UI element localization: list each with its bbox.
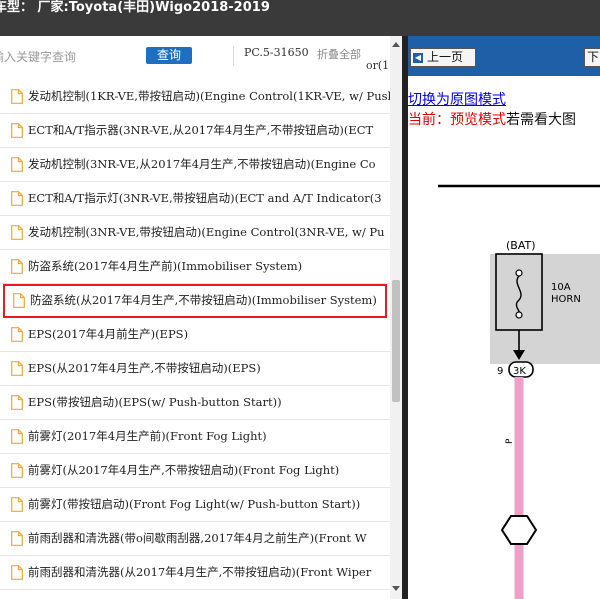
document-icon — [11, 225, 23, 240]
document-icon — [11, 89, 23, 104]
list-item-label: 前雨刮器和清洗器(带o间歇雨刮器,2017年4月之前生产)(Front W — [28, 531, 367, 545]
list-item[interactable]: 前雨刮器和清洗器(从2017年4月生产,不带按钮启动)(Front Wiper — [0, 556, 390, 590]
switch-original-mode-link[interactable]: 切换为原图模式 — [408, 89, 506, 109]
fuse-amp: 10A — [551, 282, 571, 293]
left-panel: 查询 PC.5-31650 折叠全部 or(1 发动机控制(1KR-VE,带按钮… — [0, 36, 402, 599]
scroll-down-arrow-icon[interactable] — [392, 586, 400, 591]
list-item[interactable]: EPS(带按钮启动)(EPS(w/ Push-button Start)) — [0, 386, 390, 420]
wiring-diagram: (BAT) 10A HORN 3K 9 P — [438, 184, 600, 599]
document-icon — [11, 395, 23, 410]
mode-status: 当前：预览模式若需看大图 — [408, 109, 576, 129]
prev-page-label: 上一页 — [427, 50, 464, 64]
mode-current: 当前：预览模式 — [408, 112, 506, 128]
search-button[interactable]: 查询 — [146, 47, 192, 64]
app-title-bar: 车型： 厂家:Toyota(丰田)Wigo2018-2019 — [0, 0, 600, 36]
viewer-panel: ◀ 上一页 下 切换为原图模式 当前：预览模式若需看大图 (BAT) 10A HO… — [408, 36, 600, 599]
overflow-text: or(1 — [366, 59, 390, 72]
document-icon — [11, 191, 23, 206]
document-icon — [11, 361, 23, 376]
list-item-label: 前雾灯(从2017年4月生产,不带按钮启动)(Front Fog Light) — [28, 463, 340, 477]
pin-number: 9 — [497, 366, 503, 377]
fuse-name: HORN — [551, 294, 581, 305]
list-item-label: 防盗系统(2017年4月生产前)(Immobiliser System) — [28, 259, 303, 273]
list-item-label: 前雾灯(2017年4月生产前)(Front Fog Light) — [28, 429, 267, 443]
next-page-label: 下 — [587, 50, 600, 64]
vehicle-title: 车型： 厂家:Toyota(丰田)Wigo2018-2019 — [0, 0, 270, 15]
viewer-nav-bar: ◀ 上一页 下 — [408, 36, 600, 76]
list-item-label: 发动机控制(1KR-VE,带按钮启动)(Engine Control(1KR-V… — [28, 89, 390, 103]
list-item[interactable]: 防盗系统(2017年4月生产前)(Immobiliser System) — [0, 250, 390, 284]
document-icon — [11, 327, 23, 342]
search-bar: 查询 PC.5-31650 折叠全部 or(1 — [0, 36, 402, 76]
collapse-all-button[interactable]: 折叠全部 — [317, 46, 361, 62]
next-page-button[interactable]: 下 — [584, 48, 600, 67]
connector-label: 3K — [513, 366, 526, 377]
list-item-label: 发动机控制(3NR-VE,带按钮启动)(Engine Control(3NR-V… — [28, 225, 385, 239]
wire-color-label: P — [505, 438, 515, 444]
list-item-selected[interactable]: 防盗系统(从2017年4月生产,不带按钮启动)(Immobiliser Syst… — [3, 284, 387, 318]
list-item[interactable]: ECT和A/T指示灯(3NR-VE,带按钮启动)(ECT and A/T Ind… — [0, 182, 390, 216]
list-item[interactable]: 发动机控制(1KR-VE,带按钮启动)(Engine Control(1KR-V… — [0, 80, 390, 114]
list-item[interactable]: 前雾灯(带按钮启动)(Front Fog Light(w/ Push-butto… — [0, 488, 390, 522]
document-icon — [11, 123, 23, 138]
pc-code: PC.5-31650 — [244, 46, 309, 59]
list-item-label: ECT和A/T指示灯(3NR-VE,带按钮启动)(ECT and A/T Ind… — [28, 191, 382, 205]
list-item-label: EPS(带按钮启动)(EPS(w/ Push-button Start)) — [28, 395, 282, 409]
search-input[interactable] — [0, 48, 132, 66]
document-icon — [11, 429, 23, 444]
fuse-terminal-top — [515, 269, 523, 277]
prev-page-button[interactable]: ◀ 上一页 — [410, 48, 476, 67]
document-icon — [11, 463, 23, 478]
list-item-label: 前雾灯(带按钮启动)(Front Fog Light(w/ Push-butto… — [28, 497, 361, 511]
list-item[interactable]: 前雨刮器和清洗器(带o间歇雨刮器,2017年4月之前生产)(Front W — [0, 522, 390, 556]
document-icon — [11, 497, 23, 512]
document-icon — [13, 293, 25, 308]
ground-junction-octagon — [500, 515, 538, 545]
fuse-box-shading — [490, 254, 600, 364]
document-list: 发动机控制(1KR-VE,带按钮启动)(Engine Control(1KR-V… — [0, 80, 390, 599]
document-icon — [11, 157, 23, 172]
list-item[interactable]: EPS(从2017年4月生产,不带按钮启动)(EPS) — [0, 352, 390, 386]
list-item[interactable]: EPS(2017年4月前生产)(EPS) — [0, 318, 390, 352]
list-item-label: EPS(从2017年4月生产,不带按钮启动)(EPS) — [28, 361, 261, 375]
toolbar-divider — [233, 46, 234, 66]
left-arrow-icon: ◀ — [413, 52, 423, 63]
list-item-label: 防盗系统(从2017年4月生产,不带按钮启动)(Immobiliser Syst… — [30, 293, 377, 307]
list-item[interactable]: 前雾灯(从2017年4月生产,不带按钮启动)(Front Fog Light) — [0, 454, 390, 488]
document-icon — [11, 259, 23, 274]
list-item[interactable]: 前雾灯(2017年4月生产前)(Front Fog Light) — [0, 420, 390, 454]
mode-hint: 若需看大图 — [506, 112, 576, 128]
scroll-up-arrow-icon[interactable] — [392, 42, 400, 47]
fuse-terminal-bottom — [515, 311, 523, 319]
scrollbar-thumb[interactable] — [392, 280, 400, 402]
bat-label: (BAT) — [506, 239, 536, 252]
document-icon — [11, 531, 23, 546]
list-item[interactable]: 发动机控制(3NR-VE,带按钮启动)(Engine Control(3NR-V… — [0, 216, 390, 250]
list-item-label: 前雨刮器和清洗器(从2017年4月生产,不带按钮启动)(Front Wiper — [28, 565, 372, 579]
document-icon — [11, 565, 23, 580]
list-item[interactable]: ECT和A/T指示器(3NR-VE,从2017年4月生产,不带按钮启动)(ECT — [0, 114, 390, 148]
list-item-label: ECT和A/T指示器(3NR-VE,从2017年4月生产,不带按钮启动)(ECT — [28, 123, 374, 137]
list-item-label: 发动机控制(3NR-VE,从2017年4月生产,不带按钮启动)(Engine C… — [28, 157, 376, 171]
list-item-label: EPS(2017年4月前生产)(EPS) — [28, 327, 189, 341]
list-item[interactable]: 发动机控制(3NR-VE,从2017年4月生产,不带按钮启动)(Engine C… — [0, 148, 390, 182]
scrollbar[interactable] — [390, 36, 402, 599]
